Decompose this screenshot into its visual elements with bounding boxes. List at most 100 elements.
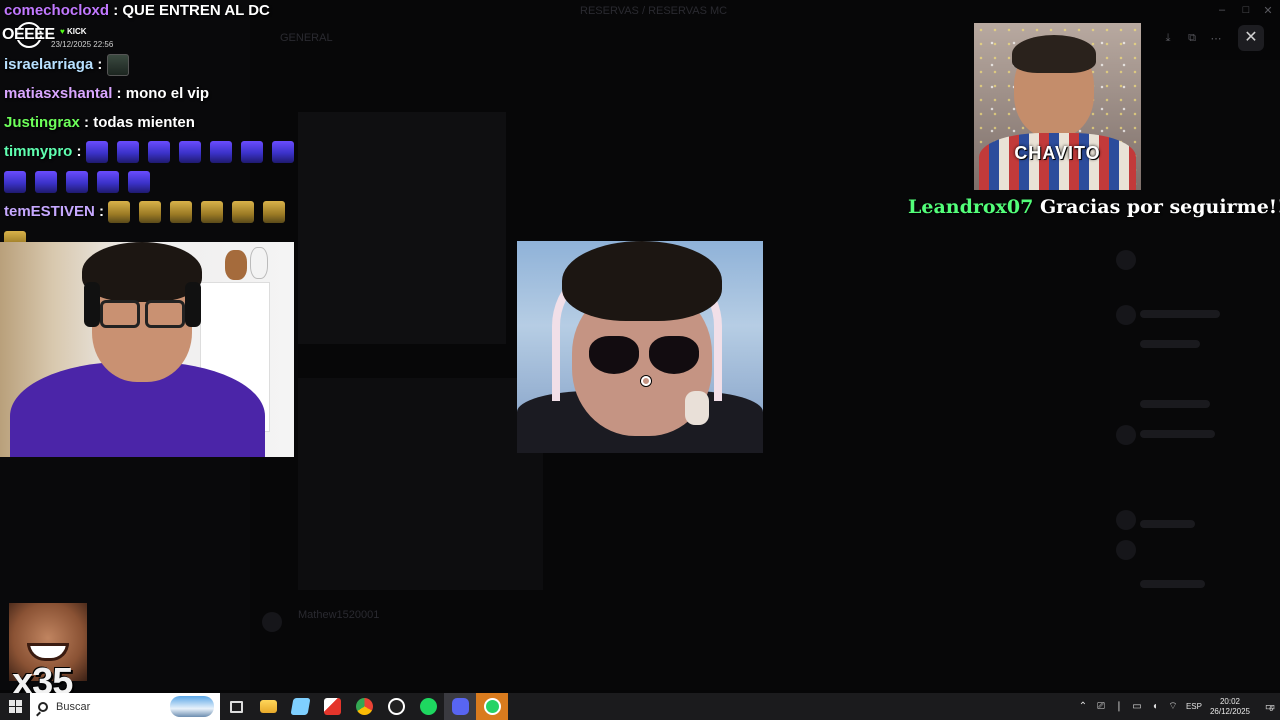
bg-video-tile-1	[298, 112, 506, 344]
network-icon[interactable]: ▭	[1132, 701, 1142, 712]
notification-center-icon[interactable]: ▭ 6	[1258, 693, 1280, 720]
chat-text: mono el vip	[125, 85, 210, 102]
chat-message: Justingrax : todas mienten	[4, 108, 304, 137]
chat-emote-icon	[178, 141, 201, 164]
sunglasses	[589, 336, 639, 374]
chat-emote-icon	[271, 141, 294, 164]
sunglasses	[649, 336, 699, 374]
laughing-face	[27, 643, 69, 661]
chevron-up-icon[interactable]: ⌃	[1078, 701, 1088, 712]
volume-icon[interactable]: ◖	[1150, 701, 1160, 712]
chat-emote-icon	[85, 141, 108, 164]
chat-separator: :	[93, 56, 107, 73]
chat-message: israelarriaga :	[4, 50, 304, 79]
maximize-icon[interactable]: □	[1236, 4, 1256, 18]
bg-footer-user: Mathew1520001	[298, 609, 380, 621]
language-indicator[interactable]: ESP	[1186, 702, 1202, 711]
popout-icon[interactable]: ⧉	[1182, 32, 1202, 46]
chat-emote-icon	[108, 201, 131, 224]
microphone-icon[interactable]: ❘	[1114, 701, 1124, 712]
bg-member-row	[1140, 340, 1200, 348]
wifi-icon[interactable]: ⌔	[1168, 701, 1178, 712]
chat-username: israelarriaga	[4, 56, 94, 73]
task-view-icon[interactable]	[220, 693, 252, 720]
chat-separator: :	[112, 85, 126, 102]
chat-emote-icon	[97, 171, 119, 194]
discord-icon[interactable]	[444, 693, 476, 720]
glasses	[100, 300, 140, 328]
bg-member-row	[1140, 580, 1205, 588]
follow-message: Gracias por seguirme!!	[1039, 196, 1280, 218]
chat-emote-icon	[232, 201, 255, 224]
usb-icon[interactable]: ⎚	[1096, 701, 1106, 712]
alert-gift-label: CHAVITO	[1014, 143, 1101, 163]
chat-emote-icon	[4, 171, 26, 194]
minimize-icon[interactable]: –	[1212, 4, 1232, 18]
bg-member-row	[1140, 310, 1220, 318]
kick-badge-label: KICK	[66, 27, 87, 36]
kick-heart-icon: ♥	[60, 27, 65, 36]
bg-window-title: RESERVAS / RESERVAS MC	[580, 5, 728, 17]
chat-emote-icon	[106, 54, 129, 77]
stream-screen: RESERVAS / RESERVAS MC GENERAL Mathew152…	[0, 0, 1280, 720]
chat-username: comechocloxd	[4, 2, 110, 19]
dark-app-icon[interactable]	[380, 693, 412, 720]
chat-message: matiasxshantal : mono el vip	[4, 79, 304, 108]
file-explorer-icon[interactable]	[252, 693, 284, 720]
microphone	[685, 391, 709, 425]
more-icon[interactable]: ⋯	[1206, 32, 1226, 46]
chrome-icon[interactable]	[348, 693, 380, 720]
clock-date: 26/12/2025	[1209, 706, 1250, 716]
child-hair	[1012, 35, 1096, 73]
chat-username: temESTIVEN	[4, 203, 95, 220]
download-icon[interactable]: ⤓	[1158, 32, 1178, 46]
window-close-icon[interactable]: ✕	[1258, 4, 1278, 18]
bg-member-row	[1140, 400, 1210, 408]
chat-list: israelarriaga : matiasxshantal : mono el…	[4, 50, 304, 257]
overlay-timestamp: 23/12/2025 22:56	[51, 40, 114, 49]
chat-emote-icon	[66, 171, 88, 194]
chat-message: timmypro :	[4, 137, 304, 197]
bg-member-avatar	[1116, 250, 1136, 270]
bg-member-avatar	[1116, 425, 1136, 445]
headphones	[84, 282, 100, 327]
zoom-cursor-icon	[641, 376, 651, 386]
chat-emote-icon	[263, 201, 286, 224]
bg-member-avatar	[1116, 305, 1136, 325]
search-icon	[38, 701, 48, 712]
chat-emote-icon	[240, 141, 263, 164]
notepad-icon[interactable]	[284, 693, 316, 720]
chat-username: Justingrax	[4, 114, 80, 131]
whatsapp-icon[interactable]	[476, 693, 508, 720]
glasses	[145, 300, 185, 328]
chat-emote-icon	[201, 201, 224, 224]
red-app-icon[interactable]	[316, 693, 348, 720]
chat-emote-icon	[209, 141, 232, 164]
chat-emote-icon	[35, 171, 57, 194]
bg-channel-name: GENERAL	[280, 32, 333, 44]
streamer-hair	[82, 242, 202, 302]
close-button[interactable]: ✕	[1238, 25, 1264, 51]
bg-video-tile-2	[298, 378, 543, 590]
chat-emote-icon	[147, 141, 170, 164]
guest-hair	[562, 241, 722, 321]
kick-badge: ♥ KICK	[60, 27, 87, 36]
plush-toy	[250, 247, 268, 279]
search-highlight-image	[170, 696, 214, 717]
headphones	[185, 282, 201, 327]
taskbar-clock[interactable]: 20:02 26/12/2025	[1210, 697, 1250, 717]
chat-emote-icon	[170, 201, 193, 224]
plush-toy	[225, 250, 247, 280]
chat-username: matiasxshantal	[4, 85, 113, 102]
spotify-icon[interactable]	[412, 693, 444, 720]
bg-member-avatar	[1116, 510, 1136, 530]
chat-overlay: comechocloxd : QUE ENTREN AL DC	[4, 0, 304, 22]
chat-username: timmypro	[4, 143, 73, 160]
emote-group	[106, 54, 138, 77]
chat-emote-icon	[128, 171, 150, 194]
bg-member-row	[1140, 430, 1215, 438]
taskbar: Buscar ⌃ ⎚ ❘ ▭ ◖ ⌔ ESP 20:02 26/12/2025 …	[0, 693, 1280, 720]
taskbar-search[interactable]: Buscar	[30, 693, 220, 720]
chat-text: todas mienten	[93, 114, 195, 131]
start-button[interactable]	[0, 693, 30, 720]
